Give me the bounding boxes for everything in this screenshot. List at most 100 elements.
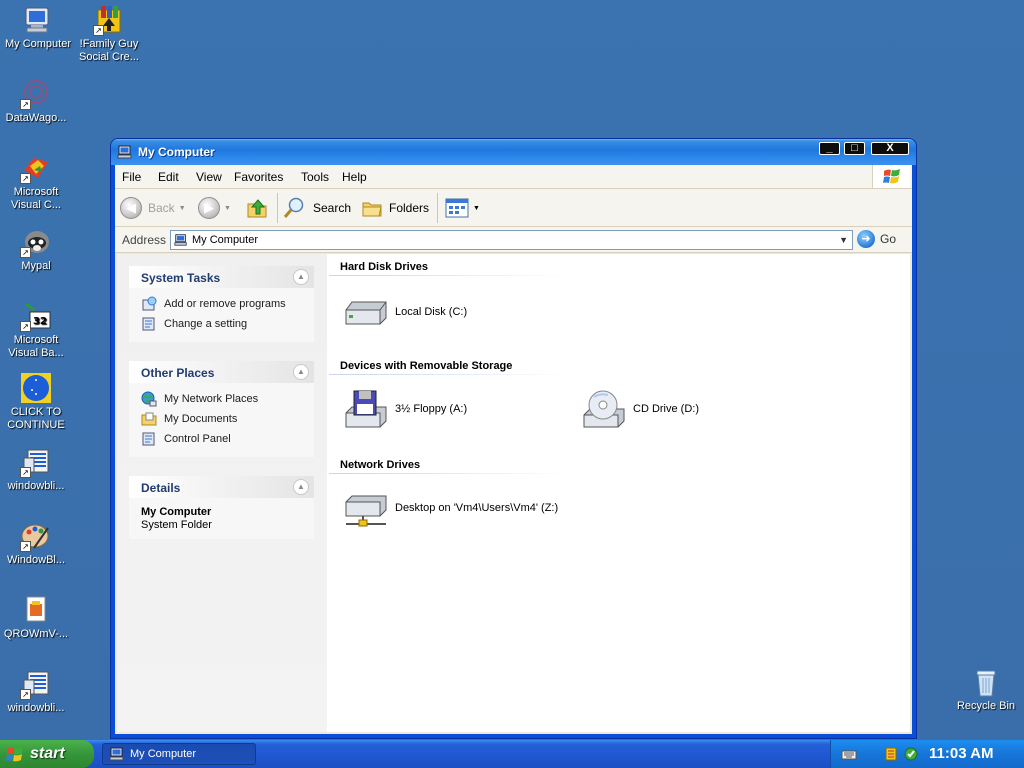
windowblinds-tray-icon[interactable]	[885, 746, 901, 762]
menu-tools[interactable]: Tools	[301, 170, 329, 184]
chevron-down-icon[interactable]: ▼	[224, 205, 231, 212]
desktop-icon-label: CLICK TO CONTINUE	[7, 406, 65, 431]
desktop-icon-family-guy[interactable]: ↗ !Family Guy Social Cre...	[71, 4, 147, 64]
floppy-drive-icon	[345, 390, 387, 428]
system-tray: 11:03 AM	[830, 740, 1024, 768]
address-label: Address	[122, 233, 167, 247]
file-icon	[20, 594, 52, 626]
shortcut-arrow-icon: ↗	[20, 467, 31, 478]
drive-local-disk-c[interactable]: Local Disk (C:)	[342, 292, 467, 332]
drive-network-z[interactable]: Desktop on 'Vm4\Users\Vm4' (Z:)	[342, 488, 558, 528]
desktop-icon-visual-c[interactable]: ↗ Microsoft Visual C...	[0, 152, 74, 212]
drive-floppy-a[interactable]: 3½ Floppy (A:)	[342, 389, 467, 429]
content-area: System Tasks ▲ Add or remove programs Ch…	[117, 254, 910, 732]
drive-label: 3½ Floppy (A:)	[395, 403, 468, 415]
details-title: Details	[141, 481, 181, 495]
desktop-icon-click-to-continue[interactable]: CLICK TO CONTINUE	[0, 372, 74, 432]
back-button[interactable]: ◀ Back ▼	[120, 196, 186, 220]
shortcut-arrow-icon: ↗	[20, 321, 31, 332]
desktop-icon-label: Recycle Bin	[956, 700, 1016, 712]
desktop-icon-qrowmv[interactable]: QROWmV-...	[0, 594, 74, 641]
back-label: Back	[148, 201, 175, 215]
system-tasks-header[interactable]: System Tasks ▲	[129, 266, 314, 288]
shortcut-arrow-icon: ↗	[20, 247, 31, 258]
taskbar-item-my-computer[interactable]: My Computer	[102, 743, 256, 765]
search-label: Search	[313, 201, 352, 215]
collapse-icon[interactable]: ▲	[293, 364, 309, 380]
go-arrow-icon: ➜	[857, 230, 875, 248]
system-tasks-title: System Tasks	[141, 271, 221, 285]
add-remove-programs-icon	[142, 296, 157, 311]
datawagon-icon: ↗	[20, 78, 52, 110]
tray-app-icon[interactable]	[903, 746, 919, 762]
desktop-icon-label: Mypal	[21, 260, 51, 272]
visual-studio-icon: ↗	[20, 152, 52, 184]
chevron-down-icon[interactable]: ▼	[179, 205, 186, 212]
title-bar[interactable]: My Computer _ □ X	[111, 139, 916, 165]
installer-icon: ↗	[20, 446, 52, 478]
drive-label: Desktop on 'Vm4\Users\Vm4' (Z:)	[395, 502, 559, 514]
views-button[interactable]: ▼	[445, 196, 480, 220]
standard-toolbar: ◀ Back ▼ ▶ ▼ Search Folders ▼	[115, 189, 912, 227]
change-setting-link[interactable]: Change a setting	[141, 314, 314, 334]
drive-list: Hard Disk Drives Local Disk (C:) Devices…	[327, 254, 910, 732]
menu-help[interactable]: Help	[342, 170, 367, 184]
desktop-icon-datawagon[interactable]: ↗ DataWago...	[0, 78, 74, 125]
my-documents-link[interactable]: My Documents	[141, 409, 314, 429]
views-icon	[445, 198, 469, 218]
paint-palette-icon: ↗	[20, 520, 52, 552]
link-label: Add or remove programs	[164, 298, 286, 310]
window-body: File Edit View Favorites Tools Help ◀ Ba…	[115, 165, 912, 734]
folders-button[interactable]: Folders	[361, 196, 429, 220]
shortcut-arrow-icon: ↗	[20, 541, 31, 552]
clock[interactable]: 11:03 AM	[929, 745, 993, 762]
address-bar: Address My Computer ▼ ➜ Go	[115, 227, 912, 253]
collapse-icon[interactable]: ▲	[293, 479, 309, 495]
menu-view[interactable]: View	[196, 170, 222, 184]
desktop-icon-my-computer[interactable]: My Computer	[0, 4, 76, 51]
close-button[interactable]: X	[871, 142, 909, 155]
recycle-bin-icon	[970, 666, 1002, 698]
chevron-down-icon: ▼	[473, 204, 480, 212]
desktop-icon-label: WindowBl...	[6, 554, 66, 566]
desktop-icon-windowblinds-3[interactable]: ↗ windowbli...	[0, 668, 74, 715]
desktop-icon-recycle-bin[interactable]: Recycle Bin	[948, 666, 1024, 713]
address-input[interactable]: My Computer ▼	[170, 230, 853, 250]
documents-folder-icon	[141, 412, 157, 426]
control-panel-link[interactable]: Control Panel	[141, 429, 314, 449]
task-pane: System Tasks ▲ Add or remove programs Ch…	[117, 254, 327, 732]
desktop-icon-visual-basic[interactable]: 32 ↗ Microsoft Visual Ba...	[0, 300, 74, 360]
up-folder-button[interactable]	[246, 196, 270, 220]
other-places-header[interactable]: Other Places ▲	[129, 361, 314, 383]
search-icon	[283, 197, 304, 218]
other-places-title: Other Places	[141, 366, 215, 380]
desktop-icon-mypal[interactable]: ↗ Mypal	[0, 226, 74, 273]
keyboard-icon[interactable]	[841, 746, 857, 762]
maximize-button[interactable]: □	[844, 142, 865, 155]
minimize-button[interactable]: _	[819, 142, 840, 155]
desktop-icon-windowblinds-2[interactable]: ↗ WindowBl...	[0, 520, 74, 567]
desktop-icon-label: DataWago...	[5, 112, 67, 124]
visual-basic-icon: 32 ↗	[20, 300, 52, 332]
start-button[interactable]: start	[0, 740, 94, 768]
chevron-down-icon[interactable]: ▼	[839, 235, 848, 245]
my-network-places-link[interactable]: My Network Places	[141, 389, 314, 409]
forward-button[interactable]: ▶ ▼	[198, 196, 231, 220]
folders-icon	[362, 202, 382, 217]
computer-icon	[117, 145, 132, 159]
archive-icon: ↗	[93, 4, 125, 36]
collapse-icon[interactable]: ▲	[293, 269, 309, 285]
menu-file[interactable]: File	[122, 170, 141, 184]
search-button[interactable]: Search	[283, 196, 351, 220]
menu-favorites[interactable]: Favorites	[234, 170, 283, 184]
drive-cd-d[interactable]: CD Drive (D:)	[580, 389, 699, 429]
menu-edit[interactable]: Edit	[158, 170, 179, 184]
toolbar-separator	[437, 193, 438, 223]
add-remove-programs-link[interactable]: Add or remove programs	[141, 294, 314, 314]
link-label: Control Panel	[164, 433, 231, 445]
go-button[interactable]: ➜ Go	[857, 230, 896, 248]
desktop-icon-label: windowbli...	[7, 702, 65, 714]
svg-text:32: 32	[33, 316, 47, 327]
desktop-icon-windowblinds-1[interactable]: ↗ windowbli...	[0, 446, 74, 493]
details-header[interactable]: Details ▲	[129, 476, 314, 498]
